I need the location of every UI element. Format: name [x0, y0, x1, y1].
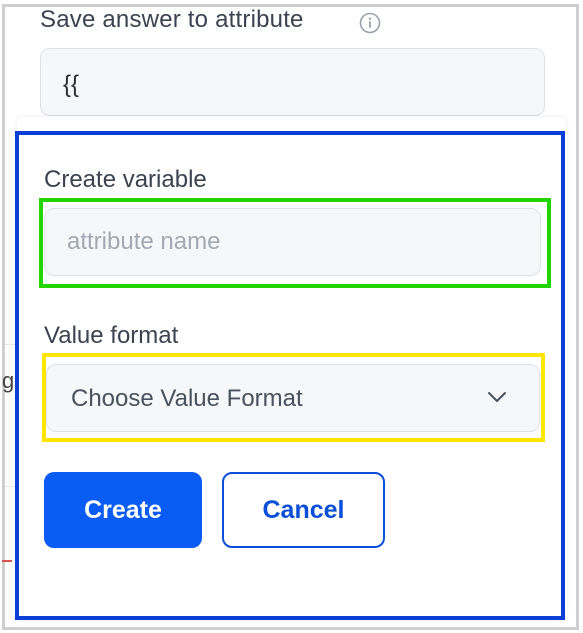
value-format-selected: Choose Value Format: [71, 385, 303, 412]
info-circle-icon[interactable]: [359, 12, 381, 34]
save-attribute-label: Save answer to attribute: [40, 6, 304, 33]
cancel-button[interactable]: Cancel: [222, 472, 385, 548]
chevron-down-icon: [488, 392, 506, 402]
background-error-line: [2, 560, 12, 562]
create-variable-label: Create variable: [44, 166, 207, 193]
background-text-fragment: g: [2, 368, 15, 393]
value-format-label: Value format: [44, 322, 179, 349]
value-format-select[interactable]: Choose Value Format: [46, 364, 540, 432]
attribute-name-input[interactable]: [44, 208, 541, 276]
create-button[interactable]: Create: [44, 472, 202, 548]
save-attribute-input[interactable]: {{: [40, 48, 545, 116]
